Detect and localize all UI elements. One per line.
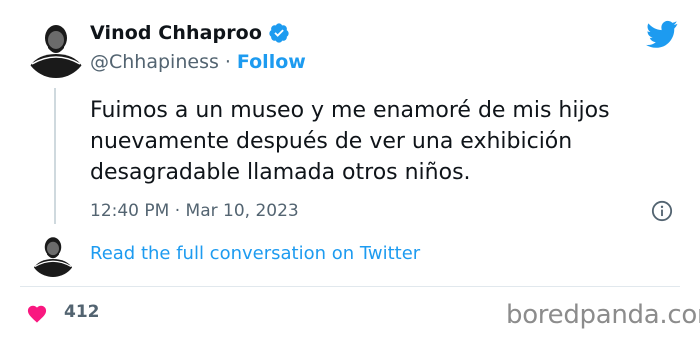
tweet-text-line: nuevamente después de ver una exhibición <box>90 129 573 154</box>
info-icon[interactable] <box>651 200 673 222</box>
author-name-row: Vinod Chhaproo <box>90 22 290 44</box>
follow-button[interactable]: Follow <box>237 51 306 73</box>
read-full-conversation-link[interactable]: Read the full conversation on Twitter <box>90 243 420 264</box>
tweet-text-line: desagradable llamada otros niños. <box>90 160 471 185</box>
like-count: 412 <box>64 302 100 322</box>
tweet-text-line: Fuimos a un museo y me enamoré de mis hi… <box>90 98 610 123</box>
handle-separator: · <box>224 51 231 73</box>
tweet-timestamp[interactable]: 12:40 PM · Mar 10, 2023 <box>90 201 299 221</box>
author-handle-row: @Chhapiness · Follow <box>90 51 306 73</box>
tweet-text: Fuimos a un museo y me enamoré de mis hi… <box>90 95 670 188</box>
boredpanda-watermark: boredpanda.com <box>506 300 700 330</box>
heart-icon[interactable] <box>26 303 48 323</box>
reply-avatar[interactable] <box>29 229 77 277</box>
divider <box>20 286 680 287</box>
verified-badge-icon <box>269 23 289 43</box>
thread-connector-line <box>54 88 56 224</box>
twitter-bird-icon[interactable] <box>646 20 678 48</box>
avatar-illustration <box>24 14 88 78</box>
author-display-name[interactable]: Vinod Chhaproo <box>90 22 262 44</box>
author-handle[interactable]: @Chhapiness <box>90 51 219 73</box>
avatar-illustration <box>29 229 77 277</box>
author-avatar[interactable] <box>24 14 88 78</box>
